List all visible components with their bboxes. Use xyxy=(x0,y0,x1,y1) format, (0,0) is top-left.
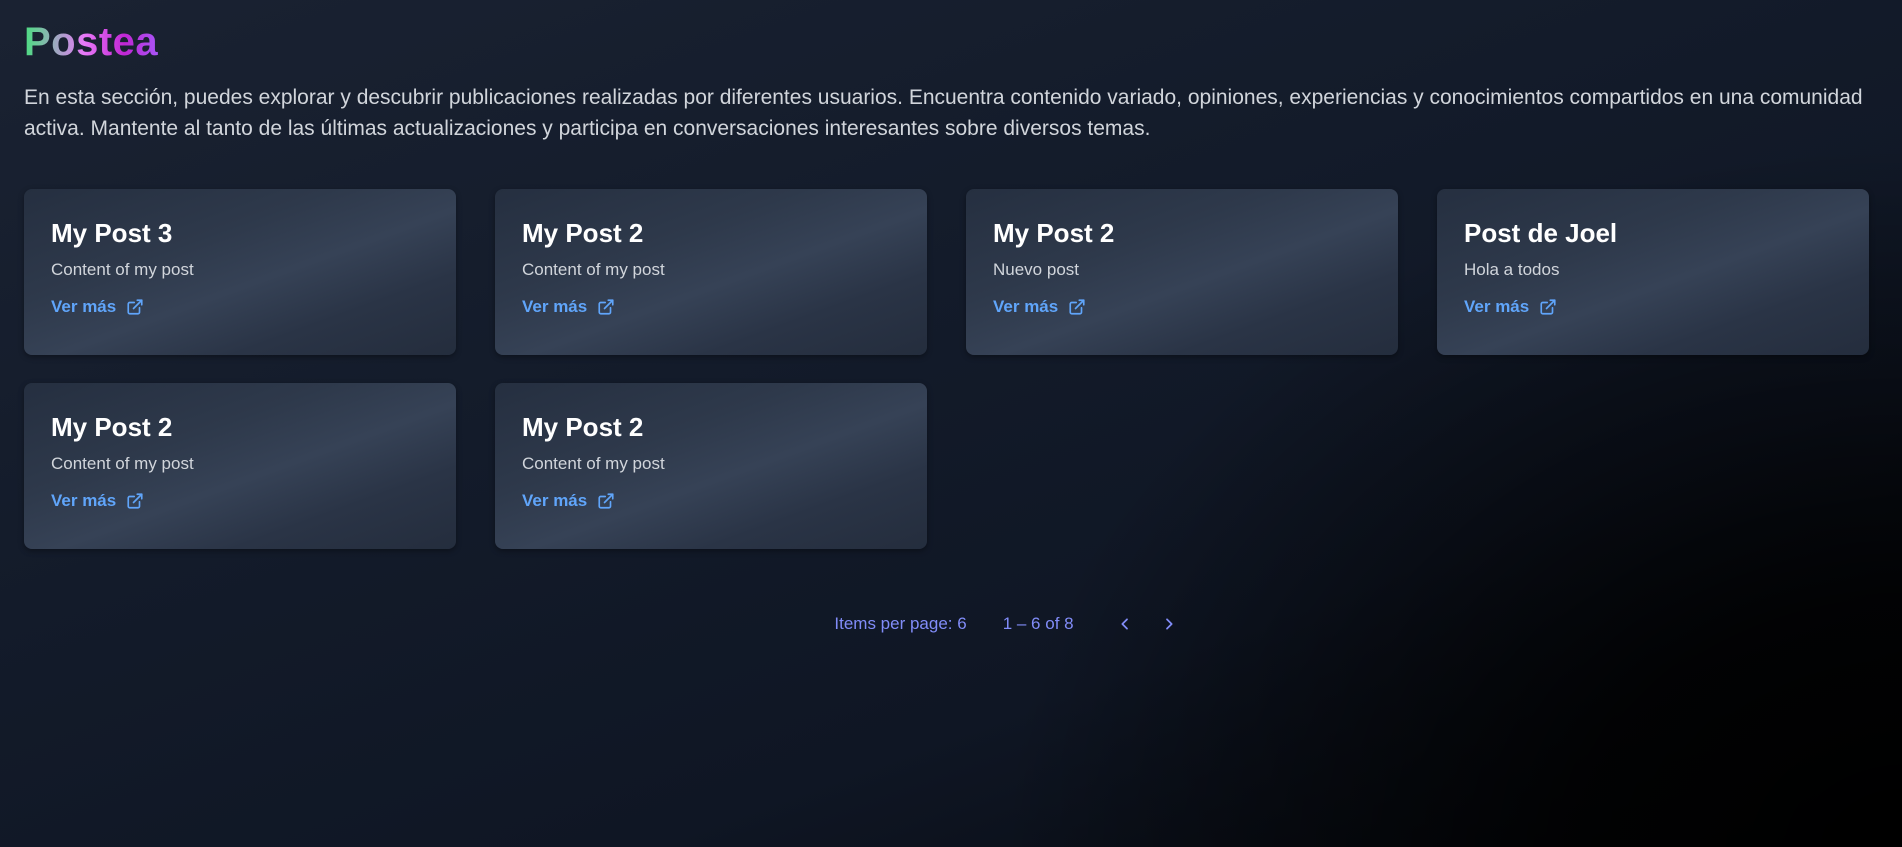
post-title: My Post 2 xyxy=(51,412,173,442)
post-content: Hola a todos xyxy=(1464,260,1560,279)
post-card: My Post 2 Content of my post Ver más xyxy=(24,383,456,549)
external-link-icon xyxy=(1069,299,1085,315)
ver-mas-link[interactable]: Ver más xyxy=(1464,297,1557,317)
ver-mas-link[interactable]: Ver más xyxy=(522,297,615,317)
post-card: My Post 3 Content of my post Ver más xyxy=(24,189,456,355)
ver-mas-label: Ver más xyxy=(51,297,117,316)
post-content: Content of my post xyxy=(51,260,194,279)
post-content: Content of my post xyxy=(522,454,665,473)
ver-mas-link[interactable]: Ver más xyxy=(51,297,144,317)
posts-grid: My Post 3 Content of my post Ver más My … xyxy=(24,189,1878,549)
paginator: Items per page: 6 1 – 6 of 8 xyxy=(0,609,1902,639)
post-title: My Post 2 xyxy=(522,218,644,248)
external-link-icon xyxy=(598,299,614,315)
items-per-page-label: Items per page: 6 xyxy=(834,614,967,633)
previous-page-button[interactable] xyxy=(1110,609,1140,639)
external-link-icon xyxy=(127,299,143,315)
next-page-button[interactable] xyxy=(1154,609,1184,639)
post-title: My Post 2 xyxy=(993,218,1115,248)
posts-page: Postea En esta sección, puedes explorar … xyxy=(0,0,1902,847)
external-link-icon xyxy=(598,493,614,509)
ver-mas-label: Ver más xyxy=(993,297,1059,316)
post-content: Content of my post xyxy=(522,260,665,279)
page-range-label: 1 – 6 of 8 xyxy=(1002,614,1074,633)
external-link-icon xyxy=(1540,299,1556,315)
post-card: My Post 2 Content of my post Ver más xyxy=(495,189,927,355)
ver-mas-label: Ver más xyxy=(522,297,588,316)
chevron-left-icon xyxy=(1121,618,1128,630)
chevron-right-icon xyxy=(1165,618,1173,630)
ver-mas-link[interactable]: Ver más xyxy=(522,491,615,511)
ver-mas-label: Ver más xyxy=(51,491,117,510)
post-card: My Post 2 Nuevo post Ver más xyxy=(966,189,1398,355)
intro-text: En esta sección, puedes explorar y descu… xyxy=(24,86,1863,140)
external-link-icon xyxy=(127,493,143,509)
ver-mas-label: Ver más xyxy=(1464,297,1530,316)
paginator-controls: Items per page: 6 1 – 6 of 8 xyxy=(834,609,1183,639)
brand-title: Postea xyxy=(24,20,159,64)
post-content: Content of my post xyxy=(51,454,194,473)
post-card: Post de Joel Hola a todos Ver más xyxy=(1437,189,1869,355)
post-content: Nuevo post xyxy=(993,260,1079,279)
ver-mas-link[interactable]: Ver más xyxy=(51,491,144,511)
post-title: Post de Joel xyxy=(1464,218,1618,248)
post-title: My Post 3 xyxy=(51,218,173,248)
post-card: My Post 2 Content of my post Ver más xyxy=(495,383,927,549)
ver-mas-link[interactable]: Ver más xyxy=(993,297,1086,317)
ver-mas-label: Ver más xyxy=(522,491,588,510)
post-title: My Post 2 xyxy=(522,412,644,442)
